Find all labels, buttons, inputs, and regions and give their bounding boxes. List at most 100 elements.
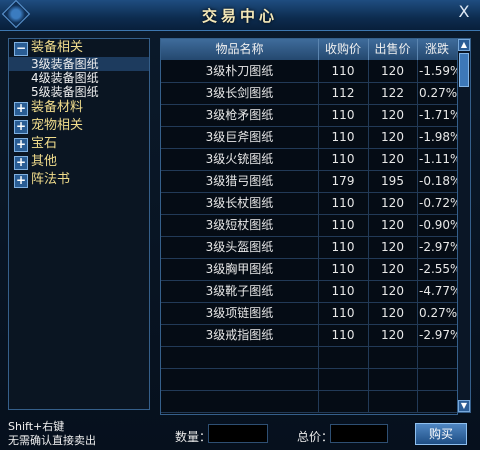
- table-row[interactable]: 3级长剑图纸 112 122 0.27%: [161, 82, 457, 105]
- expand-icon[interactable]: +: [14, 156, 28, 170]
- table-row[interactable]: 3级朴刀图纸110120-1.59%: [161, 60, 457, 83]
- sell-price-cell: 120: [368, 324, 418, 346]
- buy-price-cell: 110: [318, 126, 369, 148]
- table-row[interactable]: 3级巨斧图纸110120-1.98%: [161, 126, 457, 149]
- table-row[interactable]: 3级戒指图纸110120-2.97%: [161, 324, 457, 347]
- buy-price-cell: 112: [318, 82, 369, 104]
- change-cell: [417, 390, 457, 412]
- buy-price-cell: 110: [318, 324, 369, 346]
- expand-icon[interactable]: +: [14, 102, 28, 116]
- item-table: 物品名称 收购价 出售价 涨跌 3级朴刀图纸110120-1.59%3级长剑图纸…: [160, 38, 458, 415]
- item-name-cell: 3级靴子图纸: [161, 280, 319, 302]
- item-name-cell: [161, 346, 319, 368]
- change-cell: [417, 346, 457, 368]
- change-cell: [417, 368, 457, 390]
- buy-price-cell: 110: [318, 302, 369, 324]
- close-button[interactable]: X: [456, 4, 472, 20]
- expand-icon[interactable]: +: [14, 138, 28, 152]
- item-name-cell: 3级猎弓图纸: [161, 170, 319, 192]
- item-name-cell: 3级长杖图纸: [161, 192, 319, 214]
- item-name-cell: [161, 368, 319, 390]
- item-name-cell: 3级火铳图纸: [161, 148, 319, 170]
- scroll-thumb[interactable]: [459, 53, 469, 87]
- title-bar[interactable]: 交易中心 X: [0, 0, 480, 31]
- tree-category[interactable]: − 装备相关: [9, 39, 149, 57]
- sell-price-cell: 120: [368, 126, 418, 148]
- header-sell-price[interactable]: 出售价: [368, 39, 418, 60]
- header-change[interactable]: 涨跌: [417, 39, 457, 60]
- table-row[interactable]: 3级短杖图纸110120-0.90%: [161, 214, 457, 237]
- header-buy-price[interactable]: 收购价: [318, 39, 369, 60]
- sell-price-cell: 120: [368, 60, 418, 82]
- item-name-cell: 3级项链图纸: [161, 302, 319, 324]
- item-name-cell: 3级短杖图纸: [161, 214, 319, 236]
- item-name-cell: 3级胸甲图纸: [161, 258, 319, 280]
- scroll-up-icon[interactable]: ▲: [458, 39, 470, 51]
- change-cell: -1.98%: [419, 130, 457, 144]
- sell-price-cell: 120: [368, 192, 418, 214]
- change-cell: -4.77%: [419, 284, 457, 298]
- sell-price-cell: 120: [368, 302, 418, 324]
- tree-category[interactable]: + 其他: [9, 153, 149, 171]
- buy-button[interactable]: 购买: [415, 423, 467, 445]
- expand-icon[interactable]: +: [14, 120, 28, 134]
- sell-price-cell: 120: [368, 214, 418, 236]
- sell-price-cell: 120: [368, 280, 418, 302]
- tree-subcategory[interactable]: 3级装备图纸: [9, 57, 149, 71]
- change-cell: -0.90%: [419, 218, 457, 232]
- table-row[interactable]: 3级长杖图纸110120-0.72%: [161, 192, 457, 215]
- tree-subcategory[interactable]: 4级装备图纸: [9, 71, 149, 85]
- change-cell: -0.72%: [419, 196, 457, 210]
- buy-price-cell: [318, 390, 369, 412]
- buy-price-cell: [318, 346, 369, 368]
- total-price-label: 总价：: [297, 430, 334, 444]
- tree-category[interactable]: + 宝石: [9, 135, 149, 153]
- item-name-cell: [161, 390, 319, 412]
- tree-category[interactable]: + 装备材料: [9, 99, 149, 117]
- item-name-cell: 3级朴刀图纸: [161, 60, 319, 82]
- buy-price-cell: 110: [318, 60, 369, 82]
- sell-price-cell: [368, 368, 418, 390]
- table-row[interactable]: 3级靴子图纸110120-4.77%: [161, 280, 457, 303]
- header-item-name[interactable]: 物品名称: [161, 39, 319, 60]
- item-name-cell: 3级枪矛图纸: [161, 104, 319, 126]
- buy-price-cell: 179: [318, 170, 369, 192]
- table-row[interactable]: 3级项链图纸 110 120 0.27%: [161, 302, 457, 325]
- item-name-cell: 3级长剑图纸: [161, 82, 319, 104]
- change-cell: -1.11%: [419, 152, 457, 166]
- sell-price-cell: [368, 346, 418, 368]
- table-row: [161, 390, 457, 413]
- tree-category[interactable]: + 宠物相关: [9, 117, 149, 135]
- sell-price-cell: [368, 390, 418, 412]
- table-scrollbar[interactable]: ▲ ▼: [457, 38, 471, 413]
- tree-category-label: 装备材料: [31, 100, 84, 115]
- change-cell: -1.71%: [419, 108, 457, 122]
- change-cell: -2.55%: [419, 262, 457, 276]
- table-row[interactable]: 3级胸甲图纸110120-2.55%: [161, 258, 457, 281]
- table-row[interactable]: 3级火铳图纸110120-1.11%: [161, 148, 457, 171]
- buy-price-cell: 110: [318, 236, 369, 258]
- tree-category[interactable]: + 阵法书: [9, 171, 149, 189]
- total-price-field: [330, 424, 388, 443]
- sell-price-cell: 195: [368, 170, 418, 192]
- window-title: 交易中心: [201, 7, 278, 25]
- tree-category-label: 宠物相关: [31, 118, 84, 133]
- change-cell: -1.59%: [419, 64, 457, 78]
- buy-price-cell: 110: [318, 214, 369, 236]
- tree-category-label: 装备相关: [31, 40, 84, 55]
- buy-price-cell: 110: [318, 148, 369, 170]
- scroll-down-icon[interactable]: ▼: [458, 400, 470, 412]
- table-row[interactable]: 3级头盔图纸110120-2.97%: [161, 236, 457, 259]
- buy-price-cell: 110: [318, 280, 369, 302]
- tree-subcategory[interactable]: 5级装备图纸: [9, 85, 149, 99]
- table-row[interactable]: 3级枪矛图纸110120-1.71%: [161, 104, 457, 127]
- change-cell: 0.27%: [419, 306, 457, 320]
- buy-price-cell: 110: [318, 104, 369, 126]
- sell-price-cell: 120: [368, 236, 418, 258]
- quantity-input[interactable]: [208, 424, 268, 443]
- expand-icon[interactable]: +: [14, 174, 28, 188]
- buy-price-cell: 110: [318, 258, 369, 280]
- collapse-icon[interactable]: −: [14, 42, 28, 56]
- table-row[interactable]: 3级猎弓图纸179195-0.18%: [161, 170, 457, 193]
- category-tree: − 装备相关 3级装备图纸 4级装备图纸 5级装备图纸 + 装备材料 + 宠物相关 + 宝石 + 其他 +…: [8, 38, 150, 410]
